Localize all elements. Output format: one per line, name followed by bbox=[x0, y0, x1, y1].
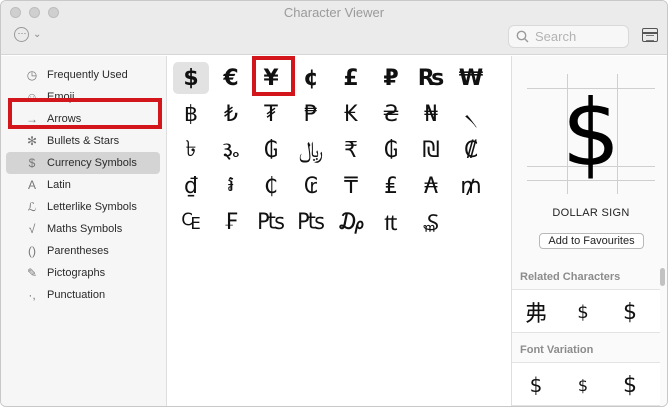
character-cell[interactable]: ₢ bbox=[293, 170, 329, 202]
sqrt-icon: √ bbox=[28, 222, 36, 236]
search-field[interactable] bbox=[508, 25, 629, 48]
related-character[interactable]: $ bbox=[610, 298, 650, 326]
pencil-icon: ✎ bbox=[26, 266, 38, 280]
add-to-favourites-button[interactable]: Add to Favourites bbox=[539, 233, 644, 249]
character-cell[interactable]: ₣ bbox=[213, 206, 249, 238]
character-cell[interactable]: ₥ bbox=[453, 170, 489, 202]
character-cell[interactable]: ₧ bbox=[253, 206, 289, 238]
character-cell[interactable]: £ bbox=[333, 62, 369, 94]
font-variation-glyph[interactable]: $ bbox=[516, 371, 556, 399]
annotation-box-glyph bbox=[252, 56, 295, 96]
character-cell[interactable]: ₸ bbox=[333, 170, 369, 202]
sidebar-item-label: Letterlike Symbols bbox=[47, 201, 137, 213]
character-cell[interactable]: ₴ bbox=[373, 98, 409, 130]
sidebar-toggle-icon[interactable] bbox=[642, 28, 658, 42]
sidebar-item-parentheses[interactable]: () Parentheses bbox=[6, 240, 160, 262]
character-name: DOLLAR SIGN bbox=[552, 207, 630, 219]
clock-icon: ◷ bbox=[26, 68, 38, 82]
character-cell[interactable]: ૱ bbox=[213, 134, 249, 166]
sidebar-item-label: Frequently Used bbox=[47, 69, 128, 81]
letterlike-icon: ℒ bbox=[27, 200, 37, 214]
sidebar-item-label: Latin bbox=[47, 179, 71, 191]
preview-glyph: $ bbox=[561, 80, 621, 187]
character-cell[interactable]: ₨ bbox=[413, 62, 449, 94]
character-cell[interactable]: ₭ bbox=[333, 98, 369, 130]
scroll-thumb[interactable] bbox=[660, 268, 665, 286]
character-cell[interactable]: $ bbox=[173, 62, 209, 94]
character-cell[interactable]: ₯ bbox=[333, 206, 369, 238]
character-cell[interactable]: ¢ bbox=[293, 62, 329, 94]
parentheses-icon: () bbox=[28, 244, 36, 258]
character-cell[interactable]: ₺ bbox=[213, 98, 249, 130]
character-info-panel: $ DOLLAR SIGN Add to Favourites Related … bbox=[511, 56, 667, 406]
character-cell[interactable]: ৳ bbox=[173, 134, 209, 166]
sidebar-item-label: Pictographs bbox=[47, 267, 106, 279]
sidebar-item-currency-symbols[interactable]: $ Currency Symbols bbox=[6, 152, 160, 174]
sidebar-item-letterlike-symbols[interactable]: ℒ Letterlike Symbols bbox=[6, 196, 160, 218]
sidebar-item-pictographs[interactable]: ✎ Pictographs bbox=[6, 262, 160, 284]
action-menu-button[interactable]: ⋯ ⌄ bbox=[14, 27, 41, 42]
character-cell[interactable]: ₹ bbox=[333, 134, 369, 166]
sidebar-item-label: Currency Symbols bbox=[47, 157, 137, 169]
related-character[interactable]: 弗 bbox=[516, 298, 556, 327]
related-characters-list: 弗 $ $ bbox=[512, 289, 660, 333]
character-cell[interactable]: ៛ bbox=[213, 170, 249, 202]
character-cell[interactable]: ৲ bbox=[453, 98, 489, 130]
character-cell[interactable]: ₲ bbox=[253, 134, 289, 166]
search-input[interactable] bbox=[535, 29, 625, 44]
character-cell[interactable]: ₲ bbox=[373, 134, 409, 166]
annotation-box-category bbox=[8, 98, 162, 129]
character-cell[interactable]: ₫ bbox=[173, 170, 209, 202]
asterisk-icon: ✻ bbox=[26, 134, 38, 148]
punctuation-icon: ·, bbox=[28, 288, 36, 302]
character-cell[interactable]: ₳ bbox=[413, 170, 449, 202]
character-cell[interactable]: € bbox=[213, 62, 249, 94]
character-cell[interactable]: ₮ bbox=[253, 98, 289, 130]
dollar-icon: $ bbox=[28, 156, 36, 170]
title-bar: Character Viewer ⋯ ⌄ bbox=[1, 1, 667, 55]
sidebar-item-latin[interactable]: A Latin bbox=[6, 174, 160, 196]
related-characters-heading: Related Characters bbox=[520, 271, 621, 283]
character-cell[interactable]: ₶ bbox=[373, 206, 409, 238]
character-cell[interactable]: ₽ bbox=[373, 62, 409, 94]
character-cell[interactable]: ₡ bbox=[453, 134, 489, 166]
search-icon bbox=[516, 30, 529, 43]
font-variation-heading: Font Variation bbox=[520, 344, 594, 356]
sidebar-item-label: Maths Symbols bbox=[47, 223, 123, 235]
related-character[interactable]: $ bbox=[563, 298, 603, 326]
font-variation-glyph[interactable]: $ bbox=[610, 371, 650, 399]
sidebar-item-label: Parentheses bbox=[47, 245, 109, 257]
character-cell[interactable]: ₦ bbox=[413, 98, 449, 130]
character-viewer-window: Character Viewer ⋯ ⌄ ◷Frequently Used☺Em… bbox=[0, 0, 668, 407]
character-preview: $ bbox=[527, 74, 655, 194]
character-cell[interactable]: ₩ bbox=[453, 62, 489, 94]
info-scrollbar[interactable] bbox=[659, 266, 666, 406]
character-cell[interactable]: ₵ bbox=[253, 170, 289, 202]
character-cell[interactable]: ₠ bbox=[173, 206, 209, 238]
character-cell[interactable]: ₧ bbox=[293, 206, 329, 238]
latin-a-icon: A bbox=[27, 178, 36, 192]
character-cell[interactable]: ₤ bbox=[373, 170, 409, 202]
character-cell[interactable]: ₪ bbox=[413, 134, 449, 166]
sidebar-item-punctuation[interactable]: ·, Punctuation bbox=[6, 284, 160, 306]
chevron-down-icon: ⌄ bbox=[33, 29, 42, 40]
character-cell[interactable]: ₷ bbox=[413, 206, 449, 238]
character-cell[interactable]: ﷼ bbox=[293, 134, 329, 166]
sidebar-item-label: Punctuation bbox=[47, 289, 106, 301]
window-title: Character Viewer bbox=[283, 5, 385, 20]
ellipsis-circle-icon: ⋯ bbox=[14, 27, 29, 42]
character-grid: $ € ¥ ¢ £ ₽ ₨ ₩ ฿ ₺ ₮ ₱ ₭ ₴ ₦ ৲ ৳ ૱ ₲ ﷼ ₹ ₲ ₪ ₡ ₫ ៛ ₵ ₢ ₸ ₤ ₳ ₥ ₠ ₣ ₧ ₧ ₯ ₶ ₷ bbox=[168, 56, 511, 406]
sidebar-item-frequently-used[interactable]: ◷ Frequently Used bbox=[6, 64, 160, 86]
font-variation-glyph[interactable]: $ bbox=[563, 371, 603, 399]
sidebar-item-maths-symbols[interactable]: √ Maths Symbols bbox=[6, 218, 160, 240]
character-cell[interactable]: ₱ bbox=[293, 98, 329, 130]
sidebar-item-bullets-stars[interactable]: ✻ Bullets & Stars bbox=[6, 130, 160, 152]
font-variation-list: $ $ $ bbox=[512, 362, 660, 406]
character-cell[interactable]: ฿ bbox=[173, 98, 209, 130]
sidebar-item-label: Bullets & Stars bbox=[47, 135, 120, 147]
